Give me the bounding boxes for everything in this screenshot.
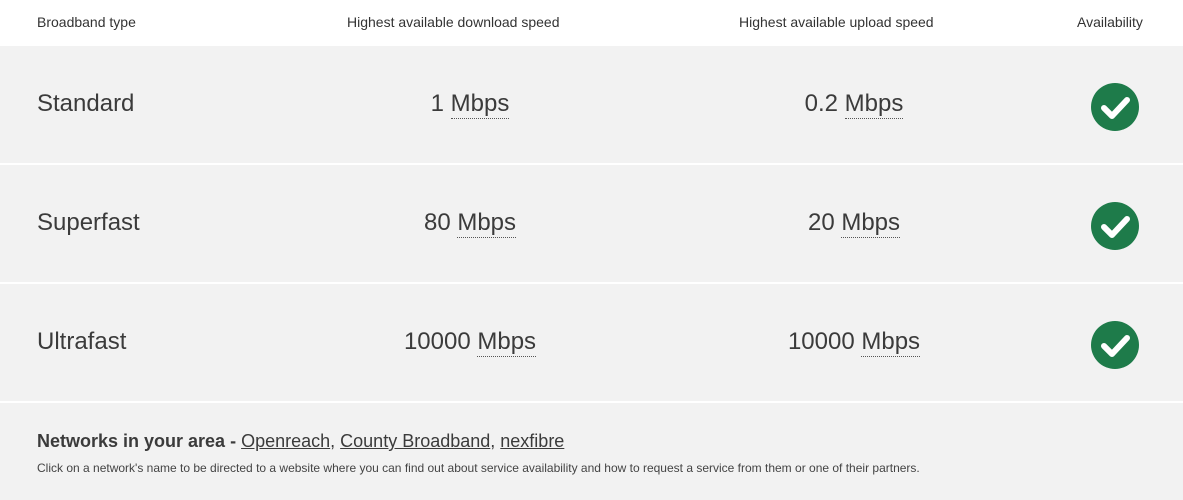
speed-unit-tooltip[interactable]: Mbps xyxy=(477,328,537,357)
header-availability: Availability xyxy=(1077,14,1143,30)
link-separator: , xyxy=(490,431,501,451)
table-row: Superfast 80 Mbps 20 Mbps xyxy=(0,165,1183,282)
link-separator: , xyxy=(330,431,341,451)
table-row: Standard 1 Mbps 0.2 Mbps xyxy=(0,46,1183,163)
check-circle-icon xyxy=(1091,202,1139,250)
upload-speed: 20 Mbps xyxy=(704,209,1004,238)
header-broadband-type: Broadband type xyxy=(37,14,136,30)
network-link-openreach[interactable]: Openreach xyxy=(241,431,330,451)
speed-unit-tooltip[interactable]: Mbps xyxy=(861,328,921,357)
speed-value: 0.2 xyxy=(804,90,838,117)
broadband-type-label: Superfast xyxy=(37,209,140,236)
broadband-type-label: Standard xyxy=(37,90,135,117)
check-circle-icon xyxy=(1091,321,1139,369)
networks-title: Networks in your area - xyxy=(37,431,242,451)
speed-unit-tooltip[interactable]: Mbps xyxy=(450,90,510,119)
table-row: Ultrafast 10000 Mbps 10000 Mbps xyxy=(0,284,1183,401)
download-speed: 10000 Mbps xyxy=(320,328,620,357)
broadband-type-label: Ultrafast xyxy=(37,328,127,355)
speed-value: 10000 xyxy=(403,328,471,355)
download-speed: 80 Mbps xyxy=(320,209,620,238)
header-upload-speed: Highest available upload speed xyxy=(739,14,934,30)
speed-unit-tooltip[interactable]: Mbps xyxy=(841,209,901,238)
speed-value: 1 xyxy=(430,90,444,117)
upload-speed: 10000 Mbps xyxy=(704,328,1004,357)
network-link-county-broadband[interactable]: County Broadband xyxy=(340,431,490,451)
networks-note: Click on a network's name to be directed… xyxy=(37,461,920,475)
header-download-speed: Highest available download speed xyxy=(347,14,560,30)
speed-value: 10000 xyxy=(787,328,855,355)
network-link-nexfibre[interactable]: nexfibre xyxy=(500,431,564,451)
speed-unit-tooltip[interactable]: Mbps xyxy=(457,209,517,238)
networks-panel: Networks in your area - Openreach, Count… xyxy=(0,403,1183,500)
networks-heading: Networks in your area - Openreach, Count… xyxy=(37,431,564,452)
upload-speed: 0.2 Mbps xyxy=(704,90,1004,119)
table-header: Broadband type Highest available downloa… xyxy=(0,0,1183,46)
speed-value: 80 xyxy=(423,209,451,236)
check-circle-icon xyxy=(1091,83,1139,131)
broadband-availability-table: Broadband type Highest available downloa… xyxy=(0,0,1183,500)
download-speed: 1 Mbps xyxy=(320,90,620,119)
speed-unit-tooltip[interactable]: Mbps xyxy=(844,90,904,119)
speed-value: 20 xyxy=(807,209,835,236)
